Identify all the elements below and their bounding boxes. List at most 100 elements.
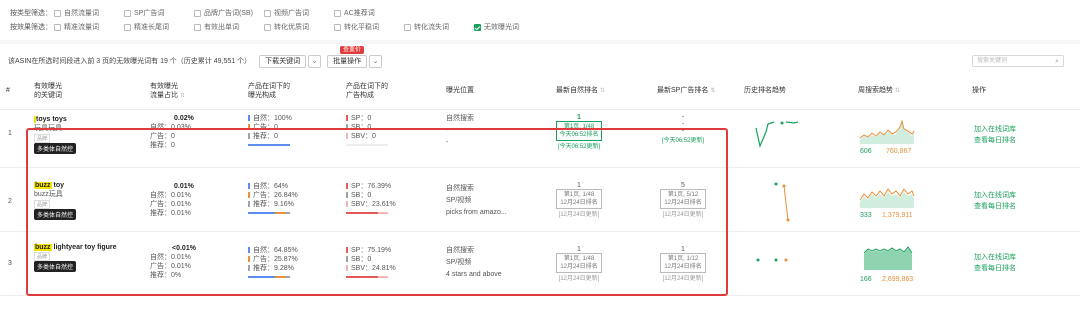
weekly-trend-chart[interactable]: [858, 244, 918, 272]
exposure-cell: 自然：64.85% 广告：25.87% 推荐：9.28%: [248, 246, 298, 278]
download-keywords-button[interactable]: 下载关键词: [259, 54, 307, 68]
col-weekly-trend[interactable]: 周搜索趋势 ⇅: [858, 86, 900, 96]
brand-tag: 品牌: [34, 134, 51, 143]
filter-ac-checkbox[interactable]: AC推荐词: [334, 8, 404, 18]
keyword-cell: toys toys 玩具玩具 品牌 多类体自然控: [34, 116, 144, 154]
checkbox-checked-icon[interactable]: [474, 23, 481, 31]
table-row: 3 buzz lightyear toy figure 品牌 多类体自然控 <0…: [0, 234, 1080, 296]
filter-stable-checkbox[interactable]: 转化平稳词: [334, 22, 404, 32]
filter-loss-checkbox[interactable]: 转化流失词: [404, 22, 474, 32]
keyword-cell: buzz lightyear toy figure 品牌 多类体自然控: [34, 244, 144, 272]
sp-rank-box[interactable]: 第1页, 1/12 12月24日排名: [660, 253, 706, 273]
weekly-high: 2,699,863: [882, 276, 914, 283]
sort-icon: ⇅: [180, 93, 186, 99]
keyword-text[interactable]: toys toys: [34, 116, 144, 123]
table-row: 1 toys toys 玩具玩具 品牌 多类体自然控 0.02% 自然：0.03…: [0, 110, 1080, 168]
weekly-low: 166: [860, 276, 872, 283]
col-organic-rank[interactable]: 最新自然排名 ⇅: [556, 86, 605, 96]
checkbox-icon[interactable]: [124, 23, 131, 31]
checkbox-icon[interactable]: [404, 23, 411, 31]
row-index: 3: [8, 260, 12, 267]
view-daily-rank-link[interactable]: 查看每日排名: [974, 201, 1016, 212]
col-keyword: 有效曝光 的关键词: [34, 83, 62, 99]
keyword-type-tag: 多类体自然控: [34, 261, 77, 272]
checkbox-icon[interactable]: [264, 23, 271, 31]
filter-video-checkbox[interactable]: 视频广告词: [264, 8, 334, 18]
checkbox-icon[interactable]: [124, 9, 131, 17]
add-to-library-link[interactable]: 加入在线词库: [974, 190, 1016, 201]
position-cell: 自然搜索 - -: [446, 115, 474, 146]
keyword-type-tag: 多类体自然控: [34, 143, 77, 154]
filter-sp-checkbox[interactable]: SP广告词: [124, 8, 194, 18]
organic-rank-box[interactable]: 第1页, 1/48 12月24日排名: [556, 253, 602, 273]
share-cell: <0.01% 自然：0.01% 广告：0.01% 推荐：0%: [150, 245, 196, 279]
checkbox-icon[interactable]: [194, 9, 201, 17]
col-position: 曝光位置: [446, 87, 474, 94]
sp-rank-cell: 5 第1页, 5/12 12月24日排名 [12月24日更新]: [660, 182, 706, 218]
row-index: 2: [8, 198, 12, 205]
batch-dropdown-icon[interactable]: ⌄: [369, 54, 383, 68]
col-index: #: [6, 87, 10, 94]
share-cell: 0.02% 自然：0.03% 广告：0 推荐：0: [150, 115, 194, 149]
add-to-library-link[interactable]: 加入在线词库: [974, 124, 1016, 135]
sp-rank-box[interactable]: 第1页, 5/12 12月24日排名: [660, 189, 706, 209]
keyword-text[interactable]: buzz lightyear toy figure: [34, 244, 144, 251]
exposure-cell: 自然：100% 广告：0 推荐：0: [248, 114, 292, 146]
checkbox-icon[interactable]: [334, 9, 341, 17]
filter-natural-checkbox[interactable]: 自然流量词: [54, 8, 124, 18]
search-input[interactable]: 搜索关键词 ⌕: [972, 55, 1064, 67]
view-daily-rank-link[interactable]: 查看每日排名: [974, 263, 1016, 274]
search-icon[interactable]: ⌕: [1055, 57, 1059, 67]
new-badge: 查重价: [340, 46, 365, 54]
ad-bar: [346, 212, 388, 214]
weekly-low: 606: [860, 148, 872, 155]
col-history-trend: 历史排名趋势: [744, 87, 786, 94]
col-share[interactable]: 有效曝光 流量占比 ⇅: [150, 82, 185, 101]
brand-tag: 品牌: [34, 200, 51, 209]
row-index: 1: [8, 130, 12, 137]
col-action: 操作: [972, 87, 986, 94]
checkbox-icon[interactable]: [264, 9, 271, 17]
table-header: # 有效曝光 的关键词 有效曝光 流量占比 ⇅ 产品在词下的 曝光构成 产品在词下的 广告…: [0, 80, 1080, 110]
organic-rank-cell: 1 第1页, 1/48 12月24日排名 [12月24日更新]: [556, 246, 602, 282]
filter-order-checkbox[interactable]: 有效出单词: [194, 22, 264, 32]
sp-rank-cell: 1 第1页, 1/12 12月24日排名 [12月24日更新]: [660, 246, 706, 282]
batch-action-button[interactable]: 批量操作: [327, 54, 368, 68]
action-cell: 加入在线词库 查看每日排名: [974, 124, 1016, 146]
checkbox-icon[interactable]: [54, 9, 61, 17]
history-trend-sparkline[interactable]: [748, 244, 808, 274]
filter-quality-checkbox[interactable]: 转化优质词: [264, 22, 334, 32]
sort-icon: ⇅: [600, 88, 606, 94]
weekly-high: 760,867: [886, 148, 912, 155]
summary-text: 该ASIN在所选时间段进入前 3 页的无效曝光词有 19 个（历史累计 49,5…: [8, 58, 252, 65]
exposure-bar: [248, 276, 290, 278]
position-cell: 自然搜索 SP/视频 picks from amazo...: [446, 185, 507, 216]
ad-cell: SP：0 SB：0 SBV：0: [346, 114, 388, 146]
organic-rank-box[interactable]: 第1页, 1/48 12月24日排名: [556, 189, 602, 209]
filter-invalid-exposure-checkbox[interactable]: 无效曝光词: [474, 22, 544, 32]
checkbox-icon[interactable]: [194, 23, 201, 31]
filter-longtail-checkbox[interactable]: 精准长尾词: [124, 22, 194, 32]
weekly-trend-chart[interactable]: [858, 182, 918, 208]
table-row: 2 buzz toy buzz玩具 品牌 多类体自然控 0.01% 自然：0.0…: [0, 170, 1080, 232]
download-dropdown-icon[interactable]: ⌄: [308, 54, 322, 68]
keyword-text[interactable]: buzz toy: [34, 182, 144, 189]
weekly-low: 333: [860, 212, 872, 219]
checkbox-icon[interactable]: [54, 23, 61, 31]
filter-effect-label: 按效果筛选：: [10, 24, 52, 31]
history-trend-sparkline[interactable]: [748, 176, 808, 224]
sp-rank-cell: - - - [今天06:52更新]: [661, 114, 705, 144]
share-cell: 0.01% 自然：0.01% 广告：0.01% 推荐：0.01%: [150, 183, 194, 217]
add-to-library-link[interactable]: 加入在线词库: [974, 252, 1016, 263]
filter-sb-checkbox[interactable]: 品牌广告词(SB): [194, 8, 264, 18]
filter-precise-traffic-checkbox[interactable]: 精准流量词: [54, 22, 124, 32]
weekly-trend-chart[interactable]: [858, 118, 918, 144]
checkbox-icon[interactable]: [334, 23, 341, 31]
history-trend-sparkline[interactable]: [748, 114, 808, 154]
view-daily-rank-link[interactable]: 查看每日排名: [974, 135, 1016, 146]
ad-cell: SP：75.19% SB：0 SBV：24.81%: [346, 246, 396, 278]
organic-rank-cell: 1 第1页, 1/48 今天06:52排名 [今天06:52更新]: [556, 114, 602, 150]
col-product-ad: 产品在词下的 广告构成: [346, 83, 388, 99]
organic-rank-box[interactable]: 第1页, 1/48 今天06:52排名: [556, 121, 602, 141]
col-sp-rank[interactable]: 最新SP广告排名 ⇅: [657, 86, 715, 96]
